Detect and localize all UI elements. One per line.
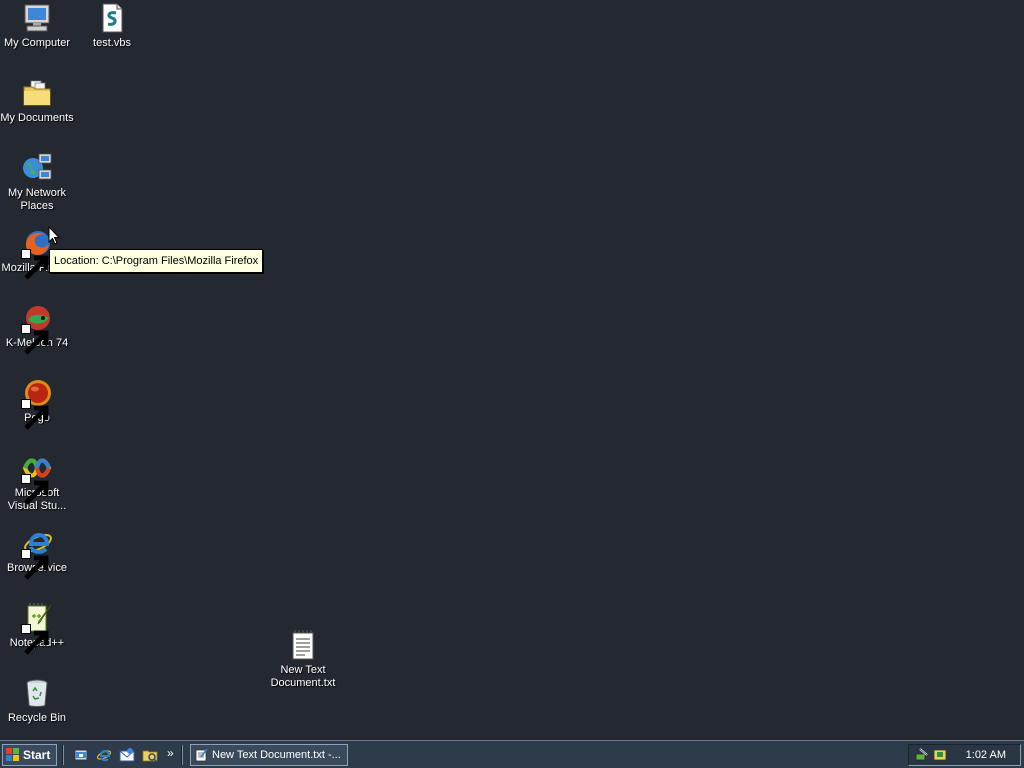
script-file-icon <box>96 2 128 34</box>
desktop-icon-label: Recycle Bin <box>7 712 67 724</box>
outlook-express-icon[interactable] <box>119 747 135 763</box>
internet-explorer-icon[interactable] <box>96 747 112 763</box>
desktop-icon-label: My Network Places <box>7 187 67 212</box>
taskbar-clock[interactable]: 1:02 AM <box>966 749 1006 761</box>
location-tooltip: Location: C:\Program Files\Mozilla Firef… <box>49 249 264 273</box>
show-desktop-icon[interactable] <box>73 747 89 763</box>
visual-studio-icon <box>21 452 53 505</box>
safely-remove-hardware-icon[interactable] <box>915 748 929 762</box>
desktop-icon-new-text-document[interactable]: New Text Document.txt <box>266 629 340 690</box>
shortcut-arrow-icon <box>21 474 49 505</box>
internet-explorer-icon <box>21 527 53 580</box>
desktop-icon-label: My Documents <box>0 112 74 124</box>
desktop-icon-notepad-plus-plus[interactable]: Notepad++ <box>0 602 74 655</box>
desktop-icon-test-vbs[interactable]: test.vbs <box>75 2 149 50</box>
desktop-icon-visual-studio[interactable]: Microsoft Visual Stu... <box>0 452 74 513</box>
desktop-icon-label: My Computer <box>3 37 71 49</box>
recycle-bin-icon <box>21 677 53 709</box>
notepad-icon <box>195 748 208 762</box>
windows-logo-icon <box>6 748 19 761</box>
desktop-icon-browservice[interactable]: Browservice <box>0 527 74 580</box>
start-label: Start <box>23 748 51 762</box>
shortcut-arrow-icon <box>21 399 49 430</box>
taskbar-separator <box>181 745 183 765</box>
desktop-icon-pego[interactable]: Pego <box>0 377 74 430</box>
taskbar-separator <box>62 745 64 765</box>
desktop-icon-recycle-bin[interactable]: Recycle Bin <box>0 677 74 725</box>
shortcut-arrow-icon <box>21 324 49 355</box>
taskbar: Start » New Text Document.txt -... 1:02 … <box>0 740 1024 768</box>
mouse-cursor-icon <box>48 225 61 246</box>
shortcut-arrow-icon <box>21 249 49 280</box>
desktop-icon-label: New Text Document.txt <box>270 664 336 689</box>
pego-icon <box>21 377 53 430</box>
system-tray: 1:02 AM <box>908 744 1021 766</box>
taskbar-button-label: New Text Document.txt -... <box>212 749 341 761</box>
windows-explorer-icon[interactable] <box>142 747 158 763</box>
start-button[interactable]: Start <box>2 744 57 766</box>
desktop[interactable]: My Computer test.vbs My Documents My Net… <box>0 0 1024 740</box>
folder-icon <box>21 77 53 109</box>
network-connection-icon[interactable] <box>933 748 947 762</box>
k-meleon-icon <box>21 302 53 355</box>
desktop-icon-my-computer[interactable]: My Computer <box>0 2 74 50</box>
text-file-icon <box>287 629 319 661</box>
desktop-icon-my-documents[interactable]: My Documents <box>0 77 74 125</box>
shortcut-arrow-icon <box>21 624 49 655</box>
desktop-icon-k-meleon[interactable]: K-Meleon 74 <box>0 302 74 355</box>
notepad-plus-plus-icon <box>21 602 53 655</box>
network-icon <box>21 152 53 184</box>
taskbar-button-new-text-document[interactable]: New Text Document.txt -... <box>190 744 348 766</box>
computer-icon <box>21 2 53 34</box>
quick-launch-chevron[interactable]: » <box>167 746 174 760</box>
desktop-icon-label: test.vbs <box>93 37 131 49</box>
shortcut-arrow-icon <box>21 549 49 580</box>
desktop-icon-my-network-places[interactable]: My Network Places <box>0 152 74 213</box>
